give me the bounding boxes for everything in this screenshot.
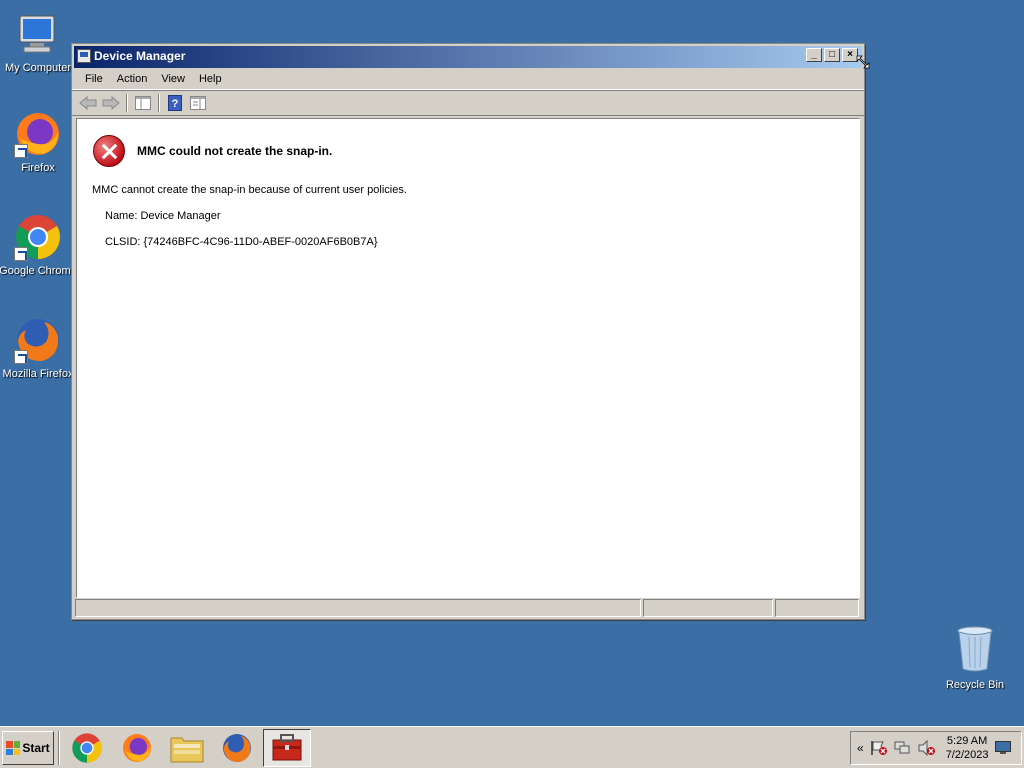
taskbar-separator (58, 731, 60, 765)
shortcut-arrow-icon (14, 350, 28, 364)
start-label: Start (22, 741, 50, 755)
toolbar: ? (72, 90, 864, 116)
status-pane-main (75, 599, 641, 617)
network-icon[interactable] (894, 740, 912, 756)
taskbar-chrome[interactable] (63, 729, 111, 767)
properties-icon[interactable] (188, 93, 208, 113)
desktop-icon-firefox[interactable]: Firefox (0, 110, 78, 174)
clock[interactable]: 5:29 AM 7/2/2023 (946, 734, 989, 762)
status-bar (75, 599, 861, 617)
desktop-icon-label: Recycle Bin (945, 679, 1005, 691)
help-icon[interactable]: ? (165, 93, 185, 113)
content-pane: MMC could not create the snap-in. MMC ca… (76, 118, 860, 598)
desktop-icon-mozilla-firefox[interactable]: Mozilla Firefox (0, 316, 78, 380)
firefox-icon (123, 734, 151, 762)
maximize-button[interactable]: □ (824, 48, 840, 62)
forward-arrow-icon[interactable] (101, 93, 121, 113)
system-tray: « 5:29 AM 7/2/2023 (850, 731, 1022, 765)
menu-file[interactable]: File (78, 71, 110, 87)
clock-date: 7/2/2023 (945, 749, 989, 761)
my-computer-icon (14, 10, 62, 58)
menu-help[interactable]: Help (192, 71, 229, 87)
chrome-icon (14, 213, 62, 261)
error-icon (93, 135, 125, 167)
show-hide-console-tree-icon[interactable] (133, 93, 153, 113)
desktop-icon-label: My Computer (4, 62, 72, 74)
taskbar: Start « 5:29 AM 7/2/2023 (0, 726, 1024, 768)
svg-text:?: ? (172, 98, 179, 110)
tray-expand-chevron-icon[interactable]: « (857, 741, 864, 755)
desktop-icon-label: Firefox (21, 162, 55, 174)
shortcut-arrow-icon (14, 247, 28, 261)
menu-bar: File Action View Help (72, 68, 864, 90)
toolbox-icon (272, 734, 302, 761)
taskbar-file-explorer[interactable] (163, 729, 211, 767)
clock-time: 5:29 AM (946, 735, 988, 747)
minimize-button[interactable]: _ (806, 48, 822, 62)
status-pane-3 (775, 599, 859, 617)
status-pane-2 (643, 599, 773, 617)
desktop-icon-label: Mozilla Firefox (2, 368, 74, 380)
desktop-icon-google-chrome[interactable]: Google Chrome (0, 213, 78, 277)
device-manager-app-icon (77, 49, 91, 63)
desktop-icon-label: Google Chrome (0, 265, 77, 277)
action-center-flag-icon[interactable] (870, 740, 888, 756)
desktop-icon-recycle-bin[interactable]: Recycle Bin (940, 625, 1010, 691)
toolbar-separator (126, 94, 128, 112)
snap-in-clsid: CLSID: {74246BFC-4C96-11D0-ABEF-0020AF6B… (105, 236, 378, 248)
recycle-bin-icon (955, 625, 995, 673)
error-title: MMC could not create the snap-in. (137, 144, 333, 158)
title-bar[interactable]: Device Manager _ □ × (74, 46, 862, 68)
volume-muted-icon[interactable] (918, 740, 936, 756)
shortcut-arrow-icon (14, 144, 28, 158)
window-title: Device Manager (94, 49, 186, 63)
show-desktop-icon[interactable] (994, 741, 1011, 755)
snap-in-name: Name: Device Manager (105, 210, 221, 222)
taskbar-mozilla-firefox[interactable] (213, 729, 261, 767)
resize-cursor-icon (856, 55, 870, 72)
menu-view[interactable]: View (154, 71, 192, 87)
menu-action[interactable]: Action (110, 71, 155, 87)
folder-icon (170, 737, 204, 763)
firefox-icon (14, 316, 62, 364)
toolbar-separator (158, 94, 160, 112)
chrome-icon (72, 733, 102, 763)
back-arrow-icon[interactable] (78, 93, 98, 113)
firefox-icon (223, 734, 251, 763)
windows-logo-icon (6, 741, 21, 755)
error-message: MMC cannot create the snap-in because of… (92, 184, 407, 196)
device-manager-window[interactable]: Device Manager _ □ × File Action View He… (71, 43, 865, 620)
firefox-icon (14, 110, 62, 158)
start-button[interactable]: Start (2, 731, 54, 765)
taskbar-device-manager[interactable] (263, 729, 311, 767)
taskbar-firefox[interactable] (113, 729, 161, 767)
desktop-icon-my-computer[interactable]: My Computer (0, 10, 78, 74)
